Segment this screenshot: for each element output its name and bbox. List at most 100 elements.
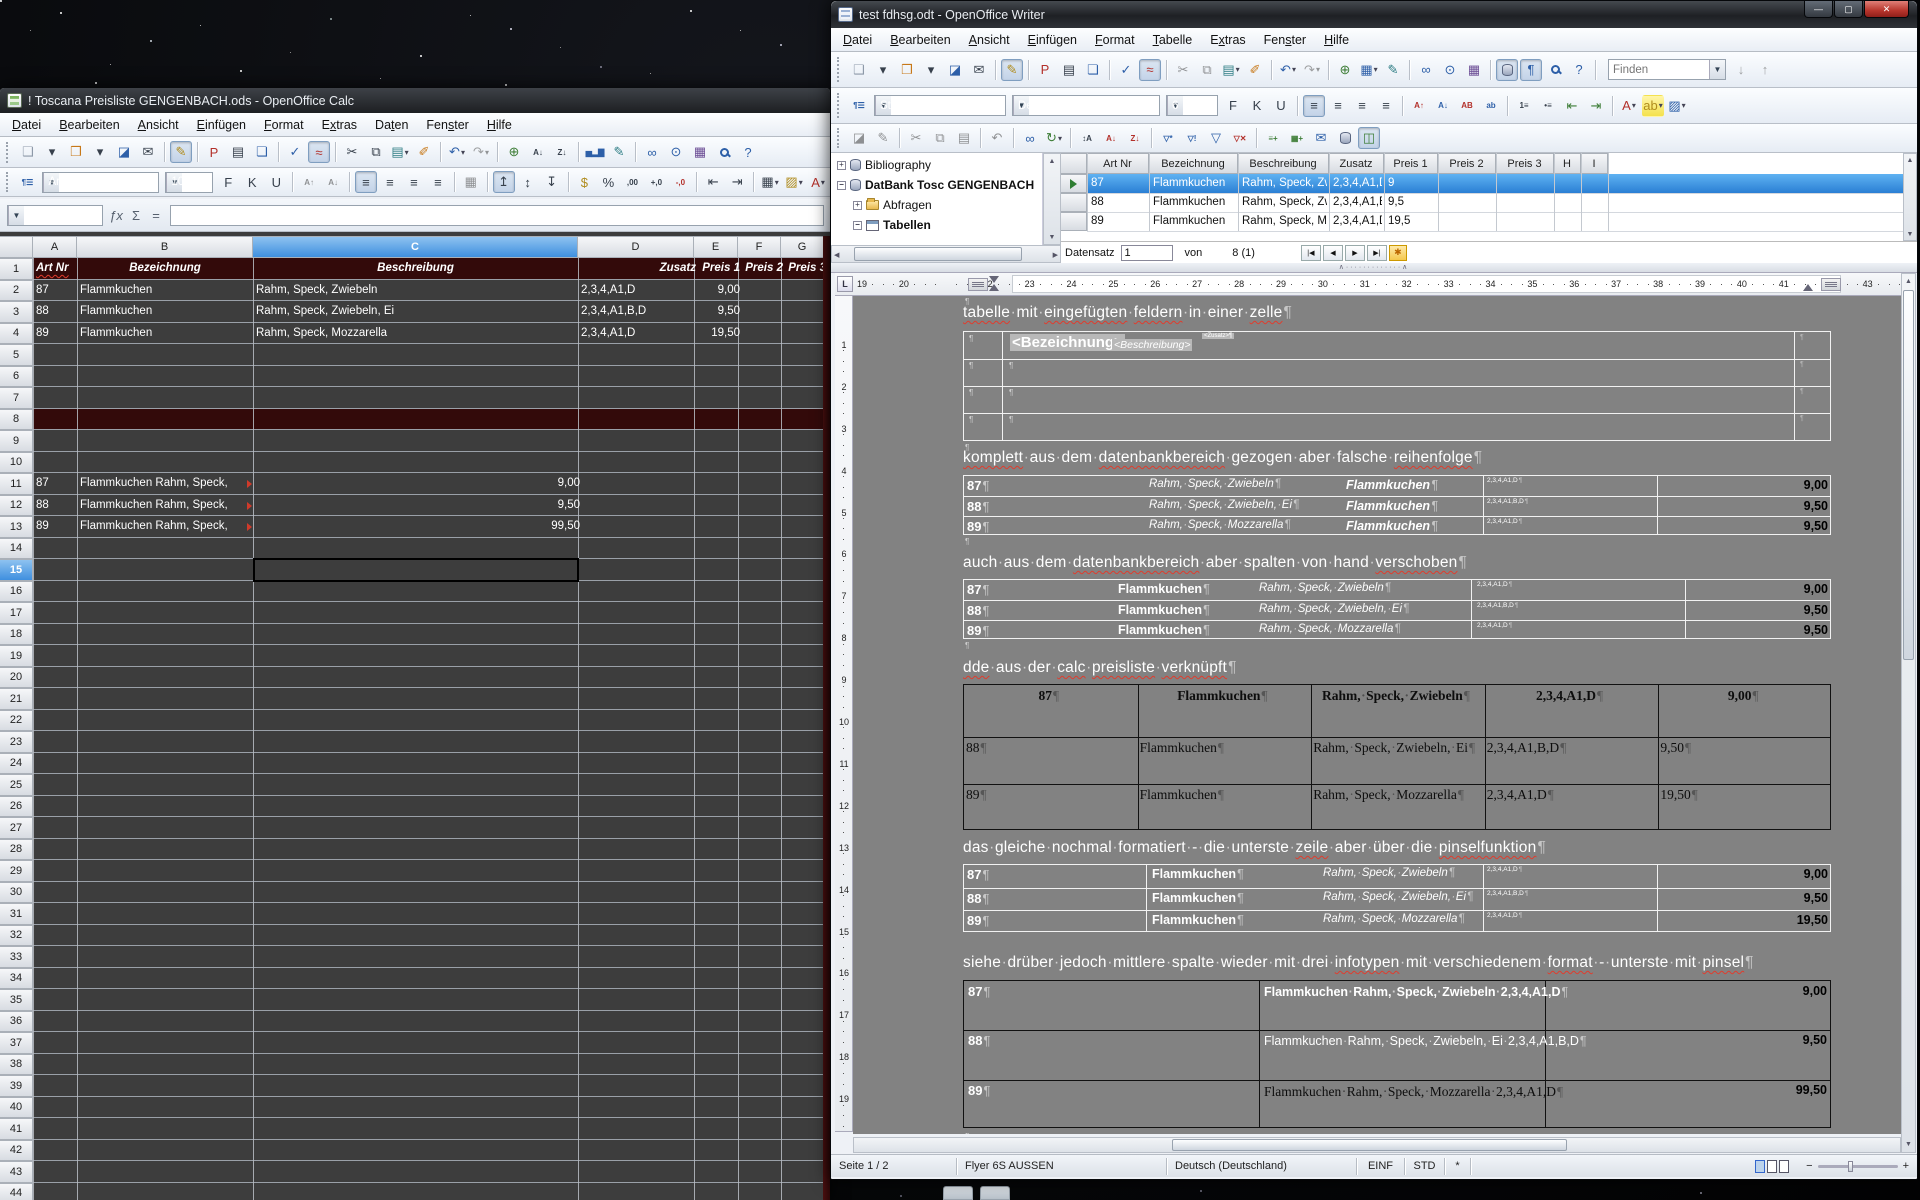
- writer-align-left-icon[interactable]: ≡: [1303, 95, 1325, 117]
- calc-titlebar[interactable]: ! Toscana Preisliste GENGENBACH.ods - Op…: [0, 88, 830, 113]
- writer-save-icon[interactable]: ◪: [944, 59, 966, 81]
- calc-menu-ansicht[interactable]: Ansicht: [130, 115, 187, 135]
- document-vertical-scrollbar[interactable]: ▲ ▼: [1901, 273, 1916, 1153]
- row-header-36[interactable]: 36: [0, 1011, 33, 1033]
- dbbar-sort-descending-icon[interactable]: Z↓: [1124, 127, 1146, 149]
- first-record-icon[interactable]: |◀: [1301, 245, 1321, 261]
- sheet-row-21[interactable]: [33, 688, 824, 710]
- row-header-29[interactable]: 29: [0, 860, 33, 882]
- calc-save-icon[interactable]: ◪: [113, 141, 135, 163]
- row-header-18[interactable]: 18: [0, 624, 33, 646]
- close-button[interactable]: ✕: [1864, 1, 1909, 18]
- calc-bold-icon[interactable]: F: [217, 171, 239, 193]
- calc-copy-icon[interactable]: ⧉: [365, 141, 387, 163]
- writer-print-icon[interactable]: ▤: [1058, 59, 1080, 81]
- writer-align-right-icon[interactable]: ≡: [1351, 95, 1373, 117]
- calc-gallery-icon[interactable]: ▦: [689, 141, 711, 163]
- calc-font-color-icon[interactable]: A▾: [807, 171, 829, 193]
- next-record-icon[interactable]: ▶: [1345, 245, 1365, 261]
- calc-menu-daten[interactable]: Daten: [367, 115, 416, 135]
- calc-paste-icon[interactable]: ▤▾: [389, 141, 411, 163]
- calc-italic-icon[interactable]: K: [241, 171, 263, 193]
- formula-input-line[interactable]: [170, 205, 824, 226]
- db-column-header-i[interactable]: I: [1581, 153, 1608, 174]
- sheet-row-5[interactable]: [33, 344, 824, 366]
- db-cell[interactable]: 87: [1091, 177, 1147, 189]
- sheet-row-37[interactable]: [33, 1032, 824, 1054]
- row-header-26[interactable]: 26: [0, 796, 33, 818]
- writer-menu-extras[interactable]: Extras: [1202, 30, 1253, 50]
- zoom-slider-thumb[interactable]: [1848, 1161, 1853, 1172]
- calc-page-preview-icon[interactable]: ❏: [251, 141, 273, 163]
- db-cell[interactable]: Flammkuchen: [1153, 215, 1236, 227]
- dbbar-explorer-on-off-icon[interactable]: ◫: [1358, 127, 1380, 149]
- calc-increase-indent-icon[interactable]: ⇥: [726, 171, 748, 193]
- scrollbar-thumb[interactable]: [1903, 290, 1914, 660]
- writer-background-color-icon[interactable]: ▨▾: [1666, 95, 1688, 117]
- expand-icon[interactable]: +: [853, 201, 862, 210]
- field-zusatz[interactable]: <Zusatz>¶: [1202, 333, 1234, 339]
- right-indent-marker[interactable]: [1803, 284, 1813, 291]
- status-selection-mode[interactable]: STD: [1405, 1158, 1445, 1175]
- writer-menu-format[interactable]: Format: [1087, 30, 1143, 50]
- column-header-D[interactable]: D: [578, 236, 694, 258]
- calc-redo-icon[interactable]: ↷▾: [470, 141, 492, 163]
- calc-navigator-icon[interactable]: ⊙: [665, 141, 687, 163]
- horizontal-ruler[interactable]: L192022232425262728293031323334353637383…: [835, 273, 1901, 296]
- left-margin-marker[interactable]: [968, 278, 988, 291]
- calc-align-center-icon[interactable]: ≡: [379, 171, 401, 193]
- writer-export-pdf-icon[interactable]: P: [1034, 59, 1056, 81]
- sheet-row-31[interactable]: [33, 903, 824, 925]
- db-column-header-bezeichnung[interactable]: Bezeichnung: [1149, 153, 1238, 174]
- writer-format-paintbrush-icon[interactable]: ✐: [1244, 59, 1266, 81]
- find-input[interactable]: ▼: [1608, 59, 1726, 80]
- column-header-A[interactable]: A: [33, 236, 77, 258]
- taskbar-item[interactable]: [943, 1186, 973, 1200]
- writer-highlighting-dropdown-icon[interactable]: ▾: [1659, 101, 1663, 110]
- sheet-row-10[interactable]: [33, 452, 824, 474]
- dbbar-data-source-of-document-icon[interactable]: [1334, 127, 1356, 149]
- sum-button[interactable]: Σ: [126, 205, 146, 225]
- writer-titlebar[interactable]: test fdhsg.odt - OpenOffice Writer: [831, 1, 1917, 28]
- sheet-row-27[interactable]: [33, 817, 824, 839]
- writer-open-icon[interactable]: ❒: [896, 59, 918, 81]
- field-bezeichnung[interactable]: <Bezeichnung>: [1010, 334, 1125, 351]
- calc-align-bottom-icon[interactable]: ↧: [541, 171, 563, 193]
- tree-item-bibliography[interactable]: +Bibliography: [837, 158, 931, 172]
- sheet-row-38[interactable]: [33, 1054, 824, 1076]
- name-box-dropdown[interactable]: ▼: [8, 206, 24, 225]
- calc-export-pdf-icon[interactable]: P: [203, 141, 225, 163]
- expand-icon[interactable]: +: [837, 161, 846, 170]
- db-column-header-preis-3[interactable]: Preis 3: [1496, 153, 1554, 174]
- calc-format-paintbrush-icon[interactable]: ✐: [413, 141, 435, 163]
- db-cell[interactable]: Flammkuchen: [1153, 196, 1236, 208]
- column-header-F[interactable]: F: [738, 236, 781, 258]
- sheet-row-43[interactable]: [33, 1161, 824, 1183]
- find-text-field[interactable]: [1609, 64, 1709, 76]
- calc-new-dropdown-icon[interactable]: ▾: [41, 141, 63, 163]
- dbbar-cut-icon[interactable]: ✂: [905, 127, 927, 149]
- writer-nonprinting-characters-icon[interactable]: ¶: [1520, 59, 1542, 81]
- tab-type-selector-icon[interactable]: L: [837, 276, 853, 292]
- calc-open-icon[interactable]: ❒: [65, 141, 87, 163]
- writer-auto-spellcheck-icon[interactable]: ≈: [1139, 59, 1161, 81]
- writer-spellcheck-icon[interactable]: ✓: [1115, 59, 1137, 81]
- collapse-icon[interactable]: −: [837, 181, 846, 190]
- writer-font-color-icon[interactable]: A▾: [1618, 95, 1640, 117]
- document-area[interactable]: ¶tabelle·mit·eingefügten·feldern·in·eine…: [853, 296, 1901, 1134]
- sheet-row-14[interactable]: [33, 538, 824, 560]
- dbbar-data-to-text-icon[interactable]: ≡+: [1262, 127, 1284, 149]
- calc-number-format-standard-icon[interactable]: ,00: [621, 171, 643, 193]
- collapse-icon[interactable]: −: [853, 221, 862, 230]
- calc-show-draw-functions-icon[interactable]: ✎: [608, 141, 630, 163]
- vertical-ruler[interactable]: 12345678910111213141516171819: [835, 296, 853, 1132]
- dbbar-sort-icon[interactable]: ↕A: [1076, 127, 1098, 149]
- calc-sort-ascending-icon[interactable]: A↓: [527, 141, 549, 163]
- writer-undo-icon[interactable]: ↶▾: [1277, 59, 1299, 81]
- sheet-row-39[interactable]: [33, 1075, 824, 1097]
- writer-font-size-combo[interactable]: 6▼: [1166, 95, 1218, 116]
- writer-email-document-icon[interactable]: ✉: [968, 59, 990, 81]
- writer-decrease-indent-icon[interactable]: ⇤: [1561, 95, 1583, 117]
- writer-background-color-dropdown-icon[interactable]: ▾: [1682, 101, 1686, 110]
- record-selector[interactable]: [1061, 212, 1087, 231]
